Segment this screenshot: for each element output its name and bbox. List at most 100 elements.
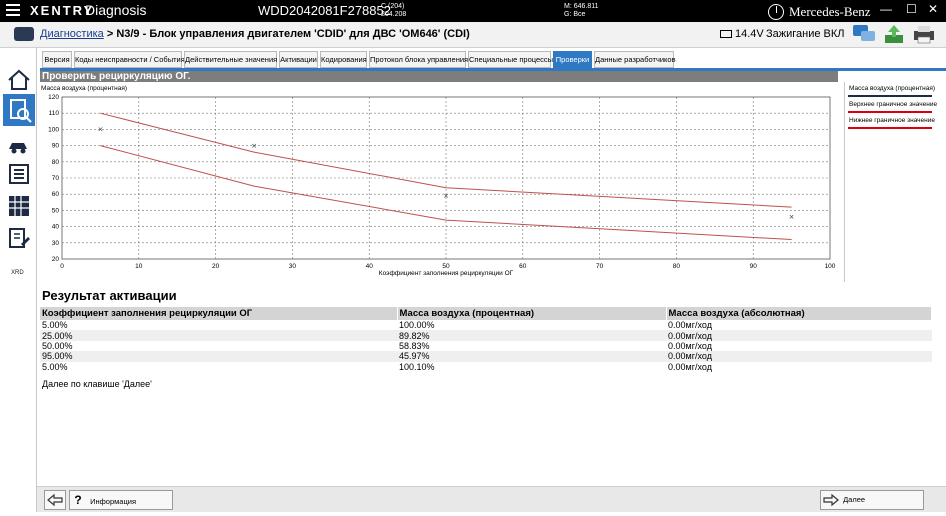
title-bar: XENTRY Diagnosis WDD2042081F278852 C (20… — [0, 0, 946, 22]
upload-icon[interactable] — [882, 23, 906, 45]
mercedes-benz-logo-text: Mercedes-Benz — [789, 4, 871, 19]
table-row: 50.00% 58.83% 0.00мг/ход — [40, 341, 932, 351]
column-header-egr-ratio: Коэффициент заполнения рециркуляции ОГ — [40, 307, 398, 320]
y-tick-label: 110 — [49, 110, 60, 117]
legend-swatch-lower-limit — [848, 127, 932, 129]
table-row: 95.00% 45.97% 0.00мг/ход — [40, 351, 932, 362]
y-tick-label: 60 — [52, 191, 60, 198]
engine-info-line2: G: Все — [564, 11, 586, 18]
legend-item-air-mass: Масса воздуха (процентная) — [849, 85, 936, 92]
tab-fault-codes[interactable]: Коды неисправности / События — [74, 51, 185, 68]
y-tick-label: 90 — [52, 143, 60, 150]
list-icon[interactable] — [7, 162, 31, 186]
cell-egr-ratio: 5.00% — [42, 361, 68, 372]
y-tick-label: 120 — [48, 94, 59, 101]
cell-air-mass-percent: 45.97% — [397, 351, 666, 362]
ignition-status: Зажигание ВКЛ — [766, 28, 845, 40]
tab-special-procedures[interactable]: Специальные процессы — [468, 51, 553, 68]
table-row: 5.00% 100.00% 0.00мг/ход — [40, 320, 932, 330]
vehicle-icon[interactable] — [14, 27, 34, 41]
tab-version[interactable]: Версия — [42, 51, 72, 68]
y-tick-label: 50 — [52, 207, 60, 214]
x-tick-label: 80 — [673, 263, 681, 270]
egr-chart: Масса воздуха (процентная) 0 10 20 30 40 50 60 7… — [41, 85, 836, 277]
air-mass-point: × — [789, 213, 795, 221]
result-title: Результат активации — [42, 288, 177, 303]
x-tick-label: 50 — [442, 263, 450, 270]
cell-egr-ratio: 25.00% — [40, 330, 397, 341]
vin-number: WDD2042081F278852 — [258, 3, 391, 18]
info-button-label: Информация — [90, 497, 137, 506]
engine-info: M: 646.811 G: Все — [564, 3, 599, 19]
x-tick-label: 60 — [519, 263, 527, 270]
x-tick-label: 70 — [596, 263, 604, 270]
y-tick-label: 100 — [48, 126, 59, 133]
y-tick-label: 80 — [52, 159, 60, 166]
document-edit-icon[interactable] — [7, 226, 31, 250]
cell-air-mass-percent: 100.00% — [399, 320, 435, 331]
vehicle-model-info: C (204) 204.208 — [381, 3, 406, 19]
left-sidebar: XRD — [0, 48, 37, 512]
column-header-air-mass-absolute: Масса воздуха (абсолютная) — [666, 307, 932, 320]
next-button[interactable]: Далее — [820, 490, 924, 510]
battery-icon — [720, 30, 732, 38]
x-tick-label: 30 — [289, 263, 297, 270]
cell-air-mass-absolute: 0.00мг/ход — [666, 330, 932, 341]
next-button-label: Далее — [843, 495, 866, 505]
engine-info-line1: M: 646.811 — [564, 3, 599, 10]
tab-developer-data[interactable]: Данные разработчиков — [594, 51, 676, 68]
tab-control-unit-log[interactable]: Протокол блока управления — [369, 51, 468, 68]
cell-air-mass-absolute: 0.00мг/ход — [668, 320, 712, 331]
x-tick-label: 10 — [135, 263, 143, 270]
x-tick-label: 40 — [366, 263, 374, 270]
grid-icon[interactable] — [7, 194, 31, 218]
cell-air-mass-absolute: 0.00мг/ход — [668, 361, 712, 372]
cell-air-mass-percent: 89.82% — [397, 330, 666, 341]
voltage-value: 14.4V — [735, 28, 764, 40]
nav-bar: Диагностика > N3/9 - Блок управления дви… — [0, 22, 946, 48]
xrd-icon[interactable]: XRD — [11, 270, 24, 276]
y-tick-label: 70 — [52, 175, 60, 182]
table-row: 5.00% 100.10% 0.00мг/ход — [40, 362, 932, 372]
footer-bar: ? Информация Далее — [37, 486, 946, 512]
voltage-indicator: 14.4V — [720, 28, 764, 40]
breadcrumb-link-diagnostics[interactable]: Диагностика — [40, 28, 104, 40]
x-tick-label: 100 — [825, 263, 836, 270]
cell-egr-ratio: 95.00% — [40, 351, 397, 362]
close-icon[interactable]: ✕ — [928, 2, 938, 16]
breadcrumb-current: > N3/9 - Блок управления двигателем 'CDI… — [103, 28, 470, 40]
vehicle-model-line2: 204.208 — [381, 11, 407, 18]
mercedes-star-icon — [768, 4, 784, 20]
tab-checks[interactable]: Проверки — [553, 51, 592, 68]
cell-air-mass-percent: 100.10% — [399, 361, 435, 372]
back-button[interactable] — [44, 490, 66, 510]
diagnosis-icon[interactable] — [3, 94, 35, 126]
tab-actual-values[interactable]: Действительные значения — [184, 51, 277, 68]
minimize-icon[interactable]: — — [880, 2, 892, 16]
home-icon[interactable] — [7, 68, 31, 92]
help-icon: ? — [74, 493, 82, 507]
chat-icon[interactable] — [852, 23, 876, 45]
y-tick-label: 30 — [52, 240, 60, 247]
x-tick-label: 20 — [212, 263, 220, 270]
menu-icon[interactable] — [6, 4, 20, 17]
breadcrumb: Диагностика > N3/9 - Блок управления дви… — [40, 28, 470, 40]
chart-area: Масса воздуха (процентная) 0 10 20 30 40 50 60 7… — [40, 82, 844, 282]
panel-title: Проверить рециркуляцию ОГ. — [40, 71, 838, 82]
cell-air-mass-absolute: 0.00мг/ход — [668, 340, 712, 351]
table-row: 25.00% 89.82% 0.00мг/ход — [40, 330, 932, 341]
printer-icon[interactable] — [912, 23, 936, 45]
vehicle-test-icon[interactable] — [7, 134, 31, 158]
y-tick-label: 20 — [52, 256, 60, 263]
x-tick-label: 0 — [60, 263, 64, 270]
cell-air-mass-absolute: 0.00мг/ход — [666, 351, 932, 362]
chart-legend: Масса воздуха (процентная) Верхнее грани… — [844, 82, 939, 282]
air-mass-point: × — [251, 142, 257, 150]
air-mass-point: × — [97, 125, 103, 133]
air-mass-point: × — [443, 192, 449, 200]
maximize-icon[interactable]: ☐ — [906, 2, 917, 16]
tab-activations[interactable]: Активации — [279, 51, 318, 68]
tab-codings[interactable]: Кодирования — [320, 51, 367, 68]
info-button[interactable]: ? Информация — [69, 490, 173, 510]
legend-swatch-air-mass — [848, 95, 932, 97]
